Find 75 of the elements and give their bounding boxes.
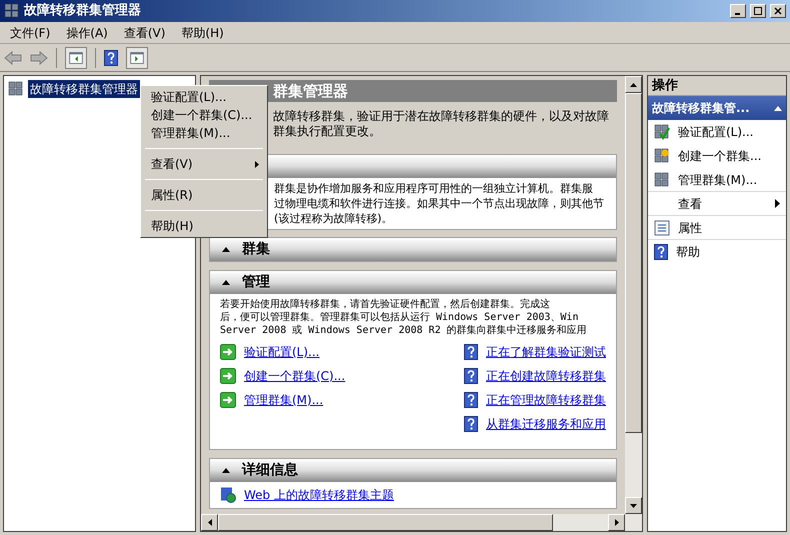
- help-icon: [464, 416, 478, 432]
- vertical-scrollbar[interactable]: [625, 76, 642, 514]
- properties-icon: [654, 220, 670, 236]
- intro-text: 故障转移群集，验证用于潜在故障转移群集的硬件，以及对故障: [273, 109, 610, 124]
- action-item[interactable]: 创建一个群集...: [648, 144, 786, 168]
- minimize-button[interactable]: [730, 4, 746, 18]
- help-link[interactable]: 从群集迁移服务和应用: [486, 415, 606, 433]
- server-icon: [654, 172, 670, 188]
- section-title: 详细信息: [242, 460, 298, 480]
- globe-icon: [220, 487, 236, 503]
- action-item[interactable]: 查看: [648, 192, 786, 216]
- menu-item[interactable]: 查看(V): [118, 24, 172, 42]
- context-menu-item[interactable]: 创建一个群集(C)...: [141, 106, 267, 124]
- intro-text: 群集执行配置更改。: [273, 124, 382, 139]
- tree-item[interactable]: 故障转移群集管理器: [28, 80, 140, 98]
- help-icon: [654, 244, 668, 260]
- submenu-arrow-icon: [775, 199, 780, 208]
- action-item[interactable]: 帮助: [648, 240, 786, 264]
- context-menu-item[interactable]: 帮助(H): [141, 217, 267, 235]
- window-title: 故障转移群集管理器: [24, 2, 142, 20]
- scroll-down-icon[interactable]: [630, 504, 637, 508]
- help-link[interactable]: 正在创建故障转移群集: [486, 367, 606, 385]
- forward-button[interactable]: [30, 50, 48, 66]
- section-title: 群集: [242, 240, 270, 259]
- menu-item[interactable]: 操作(A): [60, 24, 114, 42]
- action-pane-toggle-button[interactable]: [126, 46, 148, 68]
- section-header[interactable]: 管理: [210, 271, 616, 294]
- actions-group-header[interactable]: 故障转移群集管...: [648, 96, 786, 120]
- overview-text: 群集是协作增加服务和应用程序可用性的一组独立计算机。群集服: [274, 181, 594, 196]
- scroll-up-icon[interactable]: [630, 82, 637, 86]
- collapse-icon[interactable]: [222, 468, 230, 473]
- description-text: 后，便可以管理群集。管理群集可以包括从运行 Windows Server 2003、Win: [220, 311, 580, 324]
- horizontal-scrollbar[interactable]: [201, 514, 642, 531]
- close-icon: [774, 7, 782, 15]
- collapse-icon[interactable]: [774, 106, 782, 110]
- submenu-arrow-icon: [255, 160, 259, 168]
- tree-toggle-button[interactable]: [65, 46, 87, 68]
- scroll-right-icon[interactable]: [614, 519, 618, 526]
- section-title: 管理: [242, 273, 270, 292]
- menu-item[interactable]: 帮助(H): [175, 24, 230, 42]
- context-menu-item[interactable]: 管理群集(M)...: [141, 124, 267, 142]
- maximize-icon: [754, 7, 762, 15]
- header-title: 群集管理器: [273, 80, 348, 102]
- description-text: Server 2008 或 Windows Server 2008 R2 的群集向群集中迁移服务和应用: [220, 324, 588, 337]
- server-star-icon: [654, 148, 670, 164]
- app-icon: [4, 3, 20, 19]
- section-header[interactable]: 群集: [210, 238, 616, 261]
- help-icon: [464, 368, 478, 384]
- context-menu-item[interactable]: 属性(R): [141, 186, 267, 204]
- actions-title: 操作: [652, 76, 678, 95]
- maximize-button[interactable]: [750, 4, 766, 18]
- action-item[interactable]: 属性: [648, 216, 786, 240]
- action-link[interactable]: 管理群集(M)...: [244, 391, 324, 409]
- help-icon: [464, 392, 478, 408]
- cluster-icon: [8, 81, 24, 97]
- section-header[interactable]: 详细信息: [210, 459, 616, 482]
- help-link[interactable]: 正在管理故障转移群集: [486, 391, 606, 409]
- overview-text: 过物理电缆和软件进行连接。如果其中一个节点出现故障，则其他节: [274, 196, 605, 211]
- action-link[interactable]: 验证配置(L)...: [244, 343, 320, 361]
- context-menu-item[interactable]: 查看(V): [141, 155, 267, 173]
- collapse-icon[interactable]: [222, 280, 230, 285]
- collapse-icon[interactable]: [222, 247, 230, 252]
- action-item[interactable]: 验证配置(L)...: [648, 120, 786, 144]
- scroll-left-icon[interactable]: [208, 519, 212, 526]
- action-item[interactable]: 管理群集(M)...: [648, 168, 786, 192]
- back-button[interactable]: [4, 50, 22, 66]
- overview-text: (该过程称为故障转移)。: [274, 211, 394, 226]
- menu-item[interactable]: 文件(F): [4, 24, 56, 42]
- action-link[interactable]: 创建一个群集(C)...: [244, 367, 346, 385]
- description-text: 若要开始使用故障转移群集，请首先验证硬件配置，然后创建群集。完成这: [220, 298, 551, 311]
- close-button[interactable]: [770, 4, 786, 18]
- context-menu-item[interactable]: 验证配置(L)...: [141, 88, 267, 106]
- server-check-icon: [654, 124, 670, 140]
- help-icon: [464, 344, 478, 360]
- help-link[interactable]: 正在了解群集验证测试: [486, 343, 606, 361]
